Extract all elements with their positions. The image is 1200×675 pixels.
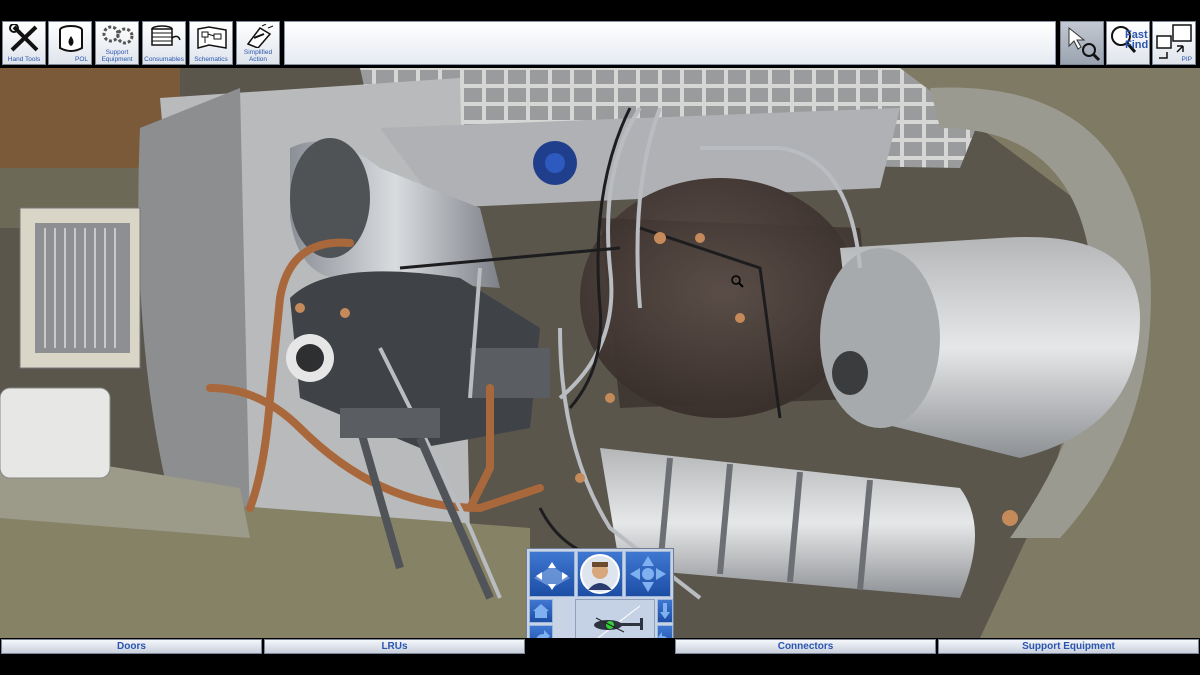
avatar-icon bbox=[580, 554, 620, 594]
pan-arrows-icon bbox=[534, 562, 570, 590]
pol-label: POL bbox=[74, 56, 88, 63]
fast-find-button[interactable]: Fast Find bbox=[1106, 21, 1150, 65]
move-view-button[interactable] bbox=[625, 551, 671, 597]
hand-tools-button[interactable]: Hand Tools bbox=[2, 21, 46, 65]
tab-support-equipment[interactable]: Support Equipment bbox=[938, 639, 1199, 654]
select-zoom-button[interactable] bbox=[1060, 21, 1104, 65]
support-equipment-icon bbox=[102, 25, 134, 45]
pol-button[interactable]: POL bbox=[48, 21, 92, 65]
fast-find-label: Fast Find bbox=[1125, 29, 1149, 51]
tab-doors[interactable]: Doors bbox=[1, 639, 262, 654]
simplified-action-label: Simplified Action bbox=[243, 49, 273, 63]
pip-label: PIP bbox=[1181, 56, 1192, 63]
cursor-magnifier-icon bbox=[1068, 26, 1101, 62]
procedure-title-field bbox=[284, 21, 1056, 65]
schematics-icon bbox=[197, 26, 227, 49]
tilt-down-button[interactable] bbox=[657, 599, 673, 623]
simplified-action-button[interactable]: Simplified Action bbox=[236, 21, 280, 65]
pip-button[interactable]: PIP bbox=[1152, 21, 1196, 65]
hand-tools-label: Hand Tools bbox=[7, 56, 41, 63]
tab-connectors[interactable]: Connectors bbox=[675, 639, 936, 654]
move-arrows-icon bbox=[630, 556, 666, 592]
schematics-button[interactable]: Schematics bbox=[189, 21, 233, 65]
schematics-label: Schematics bbox=[194, 56, 228, 63]
support-equipment-label: Support Equipment bbox=[101, 49, 133, 63]
top-toolbar: Hand Tools POL Support Equipment Consuma… bbox=[0, 0, 1200, 68]
tab-lrus[interactable]: LRUs bbox=[264, 639, 525, 654]
home-view-button[interactable] bbox=[529, 599, 553, 623]
consumables-button[interactable]: Consumables bbox=[142, 21, 186, 65]
reset-view-button[interactable] bbox=[577, 551, 623, 597]
support-equipment-button[interactable]: Support Equipment bbox=[95, 21, 139, 65]
simplified-action-icon bbox=[246, 24, 274, 48]
bottom-tab-bar: Doors LRUs Connectors Support Equipment bbox=[0, 638, 1200, 675]
pan-view-button[interactable] bbox=[529, 551, 575, 597]
home-icon bbox=[533, 604, 549, 618]
consumables-icon bbox=[151, 25, 181, 46]
hand-tools-icon bbox=[9, 24, 39, 52]
consumables-label: Consumables bbox=[144, 56, 184, 63]
pol-icon bbox=[59, 25, 83, 52]
arrow-down-icon bbox=[660, 603, 670, 619]
